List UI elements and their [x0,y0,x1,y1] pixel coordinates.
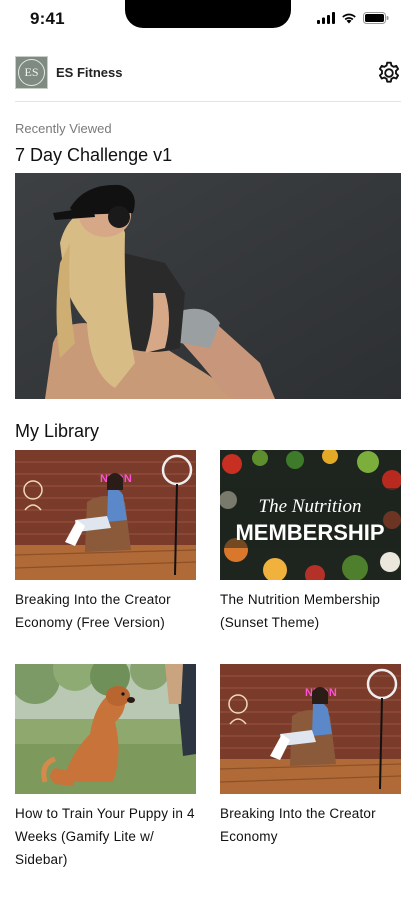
status-time: 9:41 [30,9,65,28]
thumb-text-line2: MEMBERSHIP [235,520,384,545]
device-notch [125,0,291,28]
course-thumbnail[interactable]: NEON [15,450,196,580]
brand-logo-text: ES [24,65,39,79]
battery-icon [363,12,389,24]
nutrition-membership-image: The Nutrition MEMBERSHIP [220,450,401,580]
app-header: ES ES Fitness [0,52,415,96]
gear-icon[interactable] [376,60,402,86]
course-title[interactable]: The Nutrition Membership (Sunset Theme) [220,588,401,634]
status-bar: 9:41 [0,0,415,40]
course-title[interactable]: How to Train Your Puppy in 4 Weeks (Gami… [15,802,196,871]
workout-video-image [15,173,401,399]
library-card[interactable]: The Nutrition MEMBERSHIP The Nutrition M… [220,450,401,634]
header-divider [15,101,401,102]
course-title[interactable]: Breaking Into the Creator Economy (Free … [15,588,196,634]
my-library-title: My Library [15,421,100,441]
thumb-text-line1: The Nutrition [259,496,362,517]
course-title[interactable]: Breaking Into the Creator Economy [220,802,401,848]
course-thumbnail[interactable]: NEON [220,664,401,794]
library-card[interactable]: How to Train Your Puppy in 4 Weeks (Gami… [15,664,196,871]
signal-icon [317,12,335,24]
course-thumbnail[interactable] [15,664,196,794]
recently-viewed-caption: Recently Viewed [15,121,112,136]
library-card[interactable]: NEON Breaking Into the Creator Economy (… [15,450,196,634]
puppy-training-image [15,664,196,794]
app-name: ES Fitness [56,65,123,80]
creator-studio-image: NEON [220,664,401,794]
wifi-icon [342,13,356,24]
recently-viewed-title[interactable]: 7 Day Challenge v1 [15,145,172,166]
brand-logo[interactable]: ES [15,56,48,89]
course-thumbnail[interactable]: The Nutrition MEMBERSHIP [220,450,401,580]
status-icons [317,12,389,24]
library-card[interactable]: NEON Breaking Into the Creator Economy [220,664,401,848]
creator-studio-image: NEON [15,450,196,580]
recently-viewed-thumbnail[interactable] [15,173,401,399]
brand-logo-mark: ES [18,59,45,86]
